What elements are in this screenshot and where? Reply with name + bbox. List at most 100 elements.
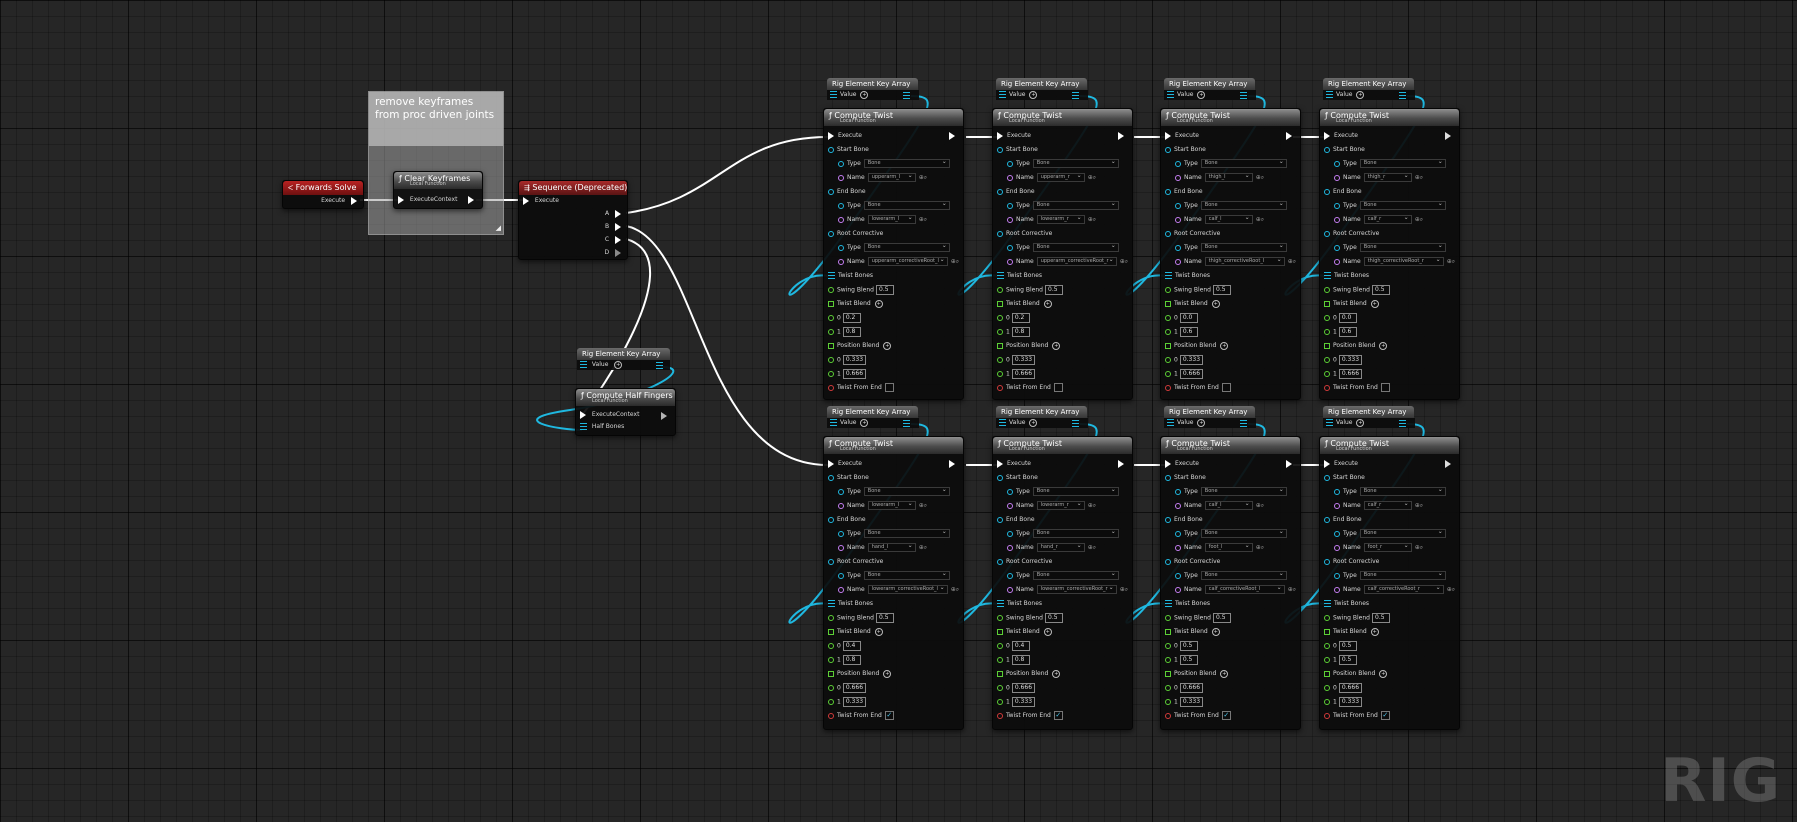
position-blend-value-1[interactable]: 0.333 xyxy=(842,697,867,707)
add-element-icon[interactable]: + xyxy=(614,360,623,369)
exec-out-pin[interactable] xyxy=(949,132,955,140)
name-dropdown[interactable]: lowerarm_correctiveRoot_l xyxy=(867,584,948,594)
add-element-icon[interactable]: + xyxy=(1029,418,1038,427)
search-icon[interactable]: ⊕⌕ xyxy=(1088,544,1096,551)
name-dropdown[interactable]: calf_l xyxy=(1204,500,1253,510)
add-element-icon[interactable]: + xyxy=(860,90,869,99)
float-pin[interactable] xyxy=(828,357,834,363)
array-pin-icon[interactable] xyxy=(828,272,835,279)
rig-element-key-array-body[interactable]: Value + xyxy=(1164,418,1256,428)
array-pin-icon[interactable] xyxy=(1165,300,1171,307)
twist-blend-value-1[interactable]: 0.8 xyxy=(1011,327,1030,337)
rig-element-key-array-body[interactable]: Value + xyxy=(996,418,1088,428)
exec-out-d-pin[interactable] xyxy=(615,248,621,257)
add-element-icon[interactable]: + xyxy=(1211,627,1220,636)
rig-element-key-array-header[interactable]: Rig Element Key Array xyxy=(1164,406,1255,418)
exec-out-pin[interactable] xyxy=(468,196,474,204)
rig-element-key-array-body[interactable]: Value + xyxy=(827,90,919,100)
add-element-icon[interactable]: + xyxy=(874,299,883,308)
name-pin[interactable] xyxy=(1334,502,1340,509)
exec-in-pin[interactable] xyxy=(523,196,529,205)
name-dropdown[interactable]: upperarm_correctiveRoot_l xyxy=(867,256,948,266)
array-pin-icon[interactable] xyxy=(828,600,835,607)
add-element-icon[interactable]: + xyxy=(883,341,892,350)
end-bone-pin[interactable] xyxy=(1165,188,1171,195)
compute-twist-node[interactable]: ƒ Compute Twist Local Function Execute Star… xyxy=(823,108,964,400)
search-icon[interactable]: ⊕⌕ xyxy=(1415,502,1423,509)
type-pin[interactable] xyxy=(838,244,844,251)
twist-blend-value-0[interactable]: 0.2 xyxy=(842,313,861,323)
position-blend-value-1[interactable]: 0.666 xyxy=(1338,369,1363,379)
forwards-solve-node[interactable]: ᐸ Forwards Solve Execute xyxy=(282,180,364,209)
exec-in-pin[interactable] xyxy=(997,131,1003,140)
rig-graph-canvas[interactable]: remove keyframes from proc driven joints… xyxy=(0,0,1797,822)
array-pin-icon[interactable] xyxy=(1324,670,1330,677)
float-pin[interactable] xyxy=(1165,699,1171,705)
search-icon[interactable]: ⊕⌕ xyxy=(919,544,927,551)
twist-blend-value-1[interactable]: 0.6 xyxy=(1179,327,1198,337)
search-icon[interactable]: ⊕⌕ xyxy=(1256,502,1264,509)
name-dropdown[interactable]: calf_correctiveRoot_r xyxy=(1363,584,1444,594)
search-icon[interactable]: ⊕⌕ xyxy=(1120,258,1128,265)
name-dropdown[interactable]: upperarm_r xyxy=(1036,172,1085,182)
type-dropdown[interactable]: Bone xyxy=(1032,486,1119,496)
type-dropdown[interactable]: Bone xyxy=(863,158,950,168)
name-dropdown[interactable]: calf_l xyxy=(1204,214,1253,224)
name-dropdown[interactable]: hand_l xyxy=(867,542,916,552)
exec-in-pin[interactable] xyxy=(1324,459,1330,468)
array-pin-icon[interactable] xyxy=(1165,342,1171,349)
name-dropdown[interactable]: calf_r xyxy=(1363,500,1412,510)
search-icon[interactable]: ⊕⌕ xyxy=(1288,586,1296,593)
exec-out-pin[interactable] xyxy=(1118,460,1124,468)
name-pin[interactable] xyxy=(1334,216,1340,223)
position-blend-value-0[interactable]: 0.666 xyxy=(842,683,867,693)
name-pin[interactable] xyxy=(1007,174,1013,181)
add-element-icon[interactable]: + xyxy=(860,418,869,427)
start-bone-pin[interactable] xyxy=(828,146,834,153)
type-pin[interactable] xyxy=(838,530,844,537)
type-dropdown[interactable]: Bone xyxy=(1359,242,1446,252)
array-pin-icon[interactable] xyxy=(999,91,1006,98)
twist-from-end-checkbox[interactable] xyxy=(1221,383,1231,392)
name-dropdown[interactable]: lowerarm_l xyxy=(867,214,916,224)
swing-blend-pin[interactable] xyxy=(828,287,834,293)
float-pin[interactable] xyxy=(828,371,834,377)
float-pin[interactable] xyxy=(1165,357,1171,363)
name-dropdown[interactable]: hand_r xyxy=(1036,542,1085,552)
name-pin[interactable] xyxy=(1334,586,1340,593)
half-fingers-array-body[interactable]: Value + xyxy=(577,360,670,370)
type-dropdown[interactable]: Bone xyxy=(863,242,950,252)
type-dropdown[interactable]: Bone xyxy=(1359,570,1446,580)
root-corrective-pin[interactable] xyxy=(828,230,834,237)
swing-blend-pin[interactable] xyxy=(1165,615,1171,621)
twist-blend-value-1[interactable]: 0.8 xyxy=(1011,655,1030,665)
type-pin[interactable] xyxy=(1007,572,1013,579)
bool-pin[interactable] xyxy=(828,712,834,719)
float-pin[interactable] xyxy=(828,643,834,649)
swing-blend-value[interactable]: 0.5 xyxy=(1213,613,1231,623)
compute-twist-node[interactable]: ƒ Compute Twist Local Function Execute Star… xyxy=(1160,108,1301,400)
twist-blend-value-1[interactable]: 0.6 xyxy=(1338,327,1357,337)
search-icon[interactable]: ⊕⌕ xyxy=(1288,258,1296,265)
type-dropdown[interactable]: Bone xyxy=(863,486,950,496)
twist-blend-value-1[interactable]: 0.8 xyxy=(842,655,861,665)
search-icon[interactable]: ⊕⌕ xyxy=(1256,174,1264,181)
end-bone-pin[interactable] xyxy=(1324,188,1330,195)
float-pin[interactable] xyxy=(1165,371,1171,377)
array-pin-icon[interactable] xyxy=(1324,628,1330,635)
start-bone-pin[interactable] xyxy=(1324,146,1330,153)
array-pin-icon[interactable] xyxy=(830,419,837,426)
twist-blend-value-1[interactable]: 0.5 xyxy=(1338,655,1357,665)
twist-from-end-checkbox[interactable]: ✓ xyxy=(1380,711,1390,720)
name-dropdown[interactable]: thigh_correctiveRoot_l xyxy=(1204,256,1285,266)
rig-element-key-array-header[interactable]: Rig Element Key Array xyxy=(827,78,918,90)
bool-pin[interactable] xyxy=(1324,712,1330,719)
type-dropdown[interactable]: Bone xyxy=(1359,486,1446,496)
half-fingers-array-header[interactable]: Rig Element Key Array xyxy=(577,348,670,360)
type-dropdown[interactable]: Bone xyxy=(1359,158,1446,168)
float-pin[interactable] xyxy=(1324,643,1330,649)
name-pin[interactable] xyxy=(1007,216,1013,223)
add-element-icon[interactable]: + xyxy=(883,669,892,678)
twist-from-end-checkbox[interactable]: ✓ xyxy=(884,711,894,720)
array-pin-icon[interactable] xyxy=(1165,628,1171,635)
